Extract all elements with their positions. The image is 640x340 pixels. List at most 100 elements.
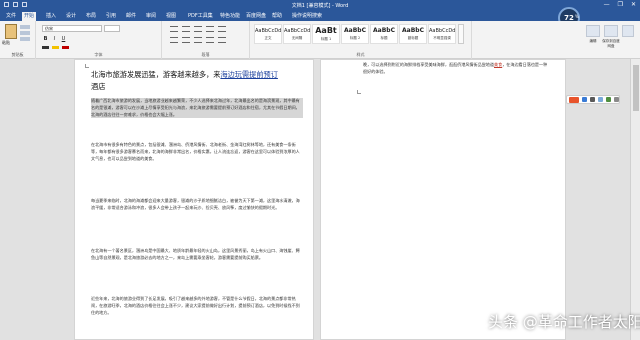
bullets-icon[interactable] — [170, 26, 178, 32]
tab-view[interactable]: 视图 — [164, 12, 178, 21]
italic-button[interactable]: I — [51, 36, 58, 43]
page-right[interactable]: 晚，可以选择到附近的海鲜排档享受美味海鲜，逛逛侨港风情街品尝地道美食，在海边看日… — [320, 59, 566, 340]
baidu-save-label: 保存到百度网盘 — [602, 39, 620, 48]
font-size-select[interactable] — [104, 25, 120, 32]
paragraph-2: 在北海市有很多有特色的景点，包括银滩、涠洲岛、侨港风情街、北海老街、金海湾红树林… — [91, 142, 300, 161]
style-sample: AaBt — [315, 26, 337, 35]
font-group: 仿宋 B I U 字体 — [36, 21, 162, 59]
paragraph-5: 近些年来，北海的旅游业得到了长足发展，吸引了越来越多的外地游客，不管是什么节假日… — [91, 296, 300, 315]
numbering-icon[interactable] — [182, 26, 190, 32]
style-name: 不明显强调 — [433, 36, 451, 40]
style-name: 无间隔 — [291, 36, 303, 40]
article-title: 北海市旅游发展迅猛，游客越来越多，来海边玩需提前预订 酒店 — [91, 69, 301, 93]
chinese-mode-icon[interactable] — [582, 97, 587, 102]
align-left-icon[interactable] — [170, 37, 178, 43]
close-button[interactable]: ✕ — [631, 1, 636, 8]
paragraph-group-label: 段落 — [201, 52, 210, 57]
menu-grid-icon[interactable] — [614, 97, 619, 102]
paragraph-3: 每当夏季来临时，北海的海滩都会迎来大量游客，银滩的沙子质地细腻洁白，被誉为天下第… — [91, 198, 300, 210]
window-controls: — ❐ ✕ — [604, 1, 636, 8]
scrollbar-thumb[interactable] — [633, 65, 639, 111]
align-right-icon[interactable] — [194, 37, 202, 43]
tab-references[interactable]: 引用 — [104, 12, 118, 21]
font-family-select[interactable]: 仿宋 — [42, 25, 102, 32]
sogou-logo-icon[interactable] — [569, 96, 579, 103]
plagiarism-check-icon[interactable] — [622, 25, 634, 37]
style-tile-normal[interactable]: AaBbCcDd 正文 — [254, 24, 282, 44]
style-name: 标题 2 — [349, 36, 361, 40]
watermark-text: 头条 @革命工作者太阳 — [488, 313, 640, 331]
tab-pdf-tools[interactable]: PDF工具集 — [186, 12, 215, 21]
page-left[interactable]: 北海市旅游发展迅猛，游客越来越多，来海边玩需提前预订 酒店 随着广西北海市旅游的… — [74, 59, 314, 340]
ribbon: 粘贴 剪贴板 仿宋 B I U 字体 段落 AaBbCcDd 正文 AaBbCc… — [0, 21, 640, 59]
badge-unit: % — [575, 14, 579, 19]
right-text-start: 晚，可以选择到附近的海鲜排档享受美味海鲜，逛逛侨港风情街品尝地道 — [363, 62, 494, 67]
tab-help[interactable]: 帮助 — [270, 12, 284, 21]
line-spacing-icon[interactable] — [218, 37, 226, 43]
copy-icon[interactable] — [20, 31, 30, 35]
style-sample: AaBbC — [344, 27, 366, 34]
clipboard-group: 粘贴 剪贴板 — [0, 21, 36, 59]
font-color-icon[interactable] — [62, 46, 69, 49]
increase-indent-icon[interactable] — [218, 26, 226, 32]
bold-button[interactable]: B — [42, 36, 49, 43]
tab-baidu-netdisk[interactable]: 百度网盘 — [244, 12, 268, 21]
tab-home[interactable]: 开始 — [22, 12, 37, 21]
paragraph-4: 在北海有一个著名景区，涠洲岛是中国最大、地质年龄最年轻的火山岛，这里风景秀丽，岛… — [91, 248, 300, 260]
margin-corner-mark — [85, 64, 89, 68]
styles-group: AaBbCcDd 正文 AaBbCcDd 无间隔 AaBt 标题 1 AaBbC… — [250, 21, 472, 59]
floating-toolbar — [566, 95, 620, 104]
tab-file[interactable]: 文件 — [4, 12, 18, 21]
justify-icon[interactable] — [206, 37, 214, 43]
align-center-icon[interactable] — [182, 37, 190, 43]
right-page-text: 晚，可以选择到附近的海鲜排档享受美味海鲜，逛逛侨港风情街品尝地道美食，在海边看日… — [363, 62, 549, 76]
tab-design[interactable]: 设计 — [64, 12, 78, 21]
emoji-icon[interactable] — [598, 97, 603, 102]
underline-button[interactable]: U — [60, 36, 67, 43]
strikethrough-icon[interactable] — [42, 46, 49, 49]
styles-group-label: 样式 — [356, 52, 365, 57]
tab-features[interactable]: 特色功能 — [218, 12, 242, 21]
styles-scroll[interactable] — [458, 24, 464, 44]
tab-insert[interactable]: 插入 — [44, 12, 58, 21]
paste-icon[interactable] — [5, 24, 17, 39]
style-sample: AaBbCcDd — [255, 28, 282, 34]
style-tile-subtle-emphasis[interactable]: AaBbCcDd 不明显强调 — [428, 24, 456, 44]
paste-label: 粘贴 — [2, 40, 10, 45]
minimize-button[interactable]: — — [604, 1, 610, 8]
tab-mailings[interactable]: 邮件 — [124, 12, 138, 21]
style-tile-subtitle[interactable]: AaBbC 副标题 — [399, 24, 427, 44]
style-name: 标题 1 — [320, 37, 332, 41]
cut-icon[interactable] — [20, 25, 30, 29]
vertical-scrollbar[interactable] — [630, 59, 640, 340]
style-tile-no-spacing[interactable]: AaBbCcDd 无间隔 — [283, 24, 311, 44]
tell-me-search[interactable]: 操作说明搜索 — [290, 12, 324, 21]
title-end-text: 酒店 — [91, 82, 106, 91]
style-tile-title[interactable]: AaBbC 标题 — [370, 24, 398, 44]
maximize-button[interactable]: ❐ — [618, 1, 623, 8]
style-tile-heading-1[interactable]: AaBt 标题 1 — [312, 24, 340, 44]
title-bar: 文档1 [兼容模式] - Word — ❐ ✕ — [0, 0, 640, 11]
tab-layout[interactable]: 布局 — [84, 12, 98, 21]
edit-tool-icon[interactable] — [586, 25, 600, 37]
decrease-indent-icon[interactable] — [206, 26, 214, 32]
style-sample: AaBbC — [402, 27, 424, 34]
style-tile-heading-2[interactable]: AaBbC 标题 2 — [341, 24, 369, 44]
style-name: 标题 — [380, 36, 388, 40]
paragraph-group: 段落 — [162, 21, 250, 59]
style-sample: AaBbCcDd — [429, 28, 456, 34]
baidu-save-icon[interactable] — [604, 25, 618, 37]
right-text-red: 美食 — [494, 62, 503, 67]
style-name: 正文 — [264, 36, 272, 40]
window-title: 文档1 [兼容模式] - Word — [291, 3, 349, 9]
multilevel-list-icon[interactable] — [194, 26, 202, 32]
keyboard-icon[interactable] — [606, 97, 611, 102]
style-sample: AaBbC — [373, 27, 395, 34]
format-painter-icon[interactable] — [20, 37, 30, 41]
punctuation-icon[interactable] — [590, 97, 595, 102]
margin-corner-mark — [357, 90, 361, 94]
title-text: 北海市旅游发展迅猛，游客越来越多，来 — [91, 70, 221, 79]
highlight-color-icon[interactable] — [52, 46, 59, 49]
style-name: 副标题 — [407, 36, 419, 40]
tab-review[interactable]: 审阅 — [144, 12, 158, 21]
